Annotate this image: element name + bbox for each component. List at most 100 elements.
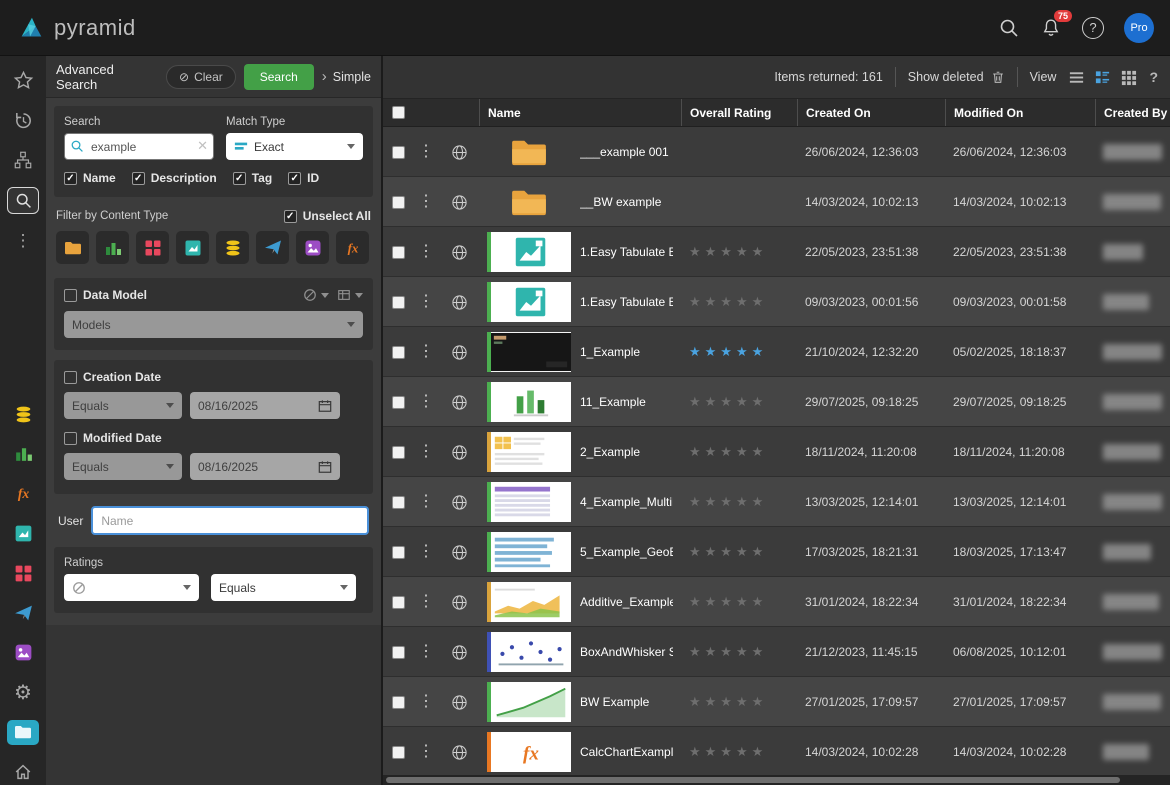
column-header-name[interactable]: Name xyxy=(479,99,681,126)
row-checkbox[interactable] xyxy=(392,496,405,509)
row-checkbox[interactable] xyxy=(392,596,405,609)
rating-cell[interactable]: ★★★★★ xyxy=(681,527,797,577)
table-row[interactable]: ⋮ 1.Easy Tabulate Exan ★★★★★ 22/05/2023,… xyxy=(383,227,1170,277)
table-row[interactable]: ⋮ BW Example ★★★★★ 27/01/2025, 17:09:57 … xyxy=(383,677,1170,727)
modified-date-checkbox[interactable]: Modified Date xyxy=(64,431,363,445)
scrollbar-thumb[interactable] xyxy=(386,777,1120,783)
home-button[interactable] xyxy=(7,759,39,785)
row-globe-button[interactable] xyxy=(439,627,479,677)
table-row[interactable]: ⋮ Additive_Example ★★★★★ 31/01/2024, 18:… xyxy=(383,577,1170,627)
global-search-button[interactable] xyxy=(998,17,1020,39)
checkbox-tag[interactable]: ✓Tag xyxy=(233,171,272,185)
checkbox-id[interactable]: ✓ID xyxy=(288,171,319,185)
rating-cell[interactable]: ★★★★★ xyxy=(681,427,797,477)
row-globe-button[interactable] xyxy=(439,277,479,327)
row-globe-button[interactable] xyxy=(439,477,479,527)
rating-cell[interactable]: ★★★★★ xyxy=(681,277,797,327)
content-type-bar-chart-button[interactable] xyxy=(96,231,129,264)
row-menu-button[interactable]: ⋮ xyxy=(413,327,439,377)
notifications-button[interactable]: 75 xyxy=(1040,17,1062,39)
column-header-modified[interactable]: Modified On xyxy=(945,99,1095,126)
data-model-nav-button[interactable] xyxy=(7,401,39,427)
unselect-all-checkbox[interactable]: ✓ Unselect All xyxy=(284,209,371,223)
row-menu-button[interactable]: ⋮ xyxy=(413,527,439,577)
clear-button[interactable]: ⊘ Clear xyxy=(166,65,236,89)
modified-date-input[interactable]: 08/16/2025 xyxy=(190,453,340,480)
rating-cell[interactable]: ★★★★★ xyxy=(681,177,797,227)
content-type-folder-button[interactable] xyxy=(56,231,89,264)
content-type-database-button[interactable] xyxy=(216,231,249,264)
content-type-tabulate-button[interactable] xyxy=(176,231,209,264)
admin-settings-button[interactable]: ⚙ xyxy=(7,680,39,706)
item-name[interactable]: 1.Easy Tabulate Exan xyxy=(580,245,673,259)
row-menu-button[interactable]: ⋮ xyxy=(413,177,439,227)
row-menu-button[interactable]: ⋮ xyxy=(413,427,439,477)
item-name[interactable]: 4_Example_MultiHie xyxy=(580,495,673,509)
row-globe-button[interactable] xyxy=(439,127,479,177)
advanced-search-button[interactable] xyxy=(7,187,39,213)
rating-cell[interactable]: ★★★★★ xyxy=(681,677,797,727)
row-checkbox[interactable] xyxy=(392,696,405,709)
clear-search-icon[interactable]: ✕ xyxy=(197,138,208,154)
content-type-grid-button[interactable] xyxy=(136,231,169,264)
recent-history-button[interactable] xyxy=(7,108,39,134)
item-name[interactable]: CalcChartExample xyxy=(580,745,673,759)
connection-filter-dropdown[interactable] xyxy=(303,288,329,302)
row-menu-button[interactable]: ⋮ xyxy=(413,677,439,727)
item-name[interactable]: 5_Example_GeoBour xyxy=(580,545,673,559)
row-globe-button[interactable] xyxy=(439,427,479,477)
table-row[interactable]: ⋮ 1_Example ★★★★★ 21/10/2024, 12:32:20 0… xyxy=(383,327,1170,377)
column-header-created[interactable]: Created On xyxy=(797,99,945,126)
table-row[interactable]: ⋮ 4_Example_MultiHie ★★★★★ 13/03/2025, 1… xyxy=(383,477,1170,527)
detail-view-icon-active[interactable] xyxy=(1094,69,1111,86)
favorites-button[interactable] xyxy=(7,68,39,94)
column-header-created-by[interactable]: Created By xyxy=(1095,99,1170,126)
user-avatar[interactable]: Pro xyxy=(1124,13,1154,43)
ratings-operator-select[interactable]: Equals xyxy=(211,574,356,601)
content-type-paper-plane-button[interactable] xyxy=(256,231,289,264)
row-menu-button[interactable]: ⋮ xyxy=(413,277,439,327)
table-row[interactable]: ⋮ BoxAndWhisker Sim ★★★★★ 21/12/2023, 11… xyxy=(383,627,1170,677)
match-type-select[interactable]: Exact xyxy=(226,133,363,160)
row-checkbox[interactable] xyxy=(392,446,405,459)
row-checkbox[interactable] xyxy=(392,146,405,159)
table-row[interactable]: ⋮ __BW example ★★★★★ 14/03/2024, 10:02:1… xyxy=(383,177,1170,227)
rating-cell[interactable]: ★★★★★ xyxy=(681,377,797,427)
item-name[interactable]: __BW example xyxy=(580,195,661,209)
content-type-image-button[interactable] xyxy=(296,231,329,264)
rating-cell[interactable]: ★★★★★ xyxy=(681,127,797,177)
pyramid-logo[interactable]: pyramid xyxy=(16,13,136,43)
illustrate-nav-button[interactable] xyxy=(7,640,39,666)
modified-date-operator-select[interactable]: Equals xyxy=(64,453,182,480)
column-header-rating[interactable]: Overall Rating xyxy=(681,99,797,126)
ratings-value-select[interactable] xyxy=(64,574,199,601)
checkbox-name[interactable]: ✓Name xyxy=(64,171,116,185)
row-menu-button[interactable]: ⋮ xyxy=(413,227,439,277)
help-button[interactable]: ? xyxy=(1082,17,1104,39)
rating-cell[interactable]: ★★★★★ xyxy=(681,477,797,527)
row-menu-button[interactable]: ⋮ xyxy=(413,627,439,677)
row-globe-button[interactable] xyxy=(439,527,479,577)
creation-date-operator-select[interactable]: Equals xyxy=(64,392,182,419)
data-model-checkbox[interactable]: Data Model xyxy=(64,288,147,302)
simple-mode-toggle[interactable]: › Simple xyxy=(322,68,371,85)
row-globe-button[interactable] xyxy=(439,577,479,627)
table-row[interactable]: ⋮ ___example 001 ★★★★★ 26/06/2024, 12:36… xyxy=(383,127,1170,177)
row-checkbox[interactable] xyxy=(392,296,405,309)
row-menu-button[interactable]: ⋮ xyxy=(413,577,439,627)
toolbar-help-button[interactable]: ? xyxy=(1149,69,1158,85)
table-row[interactable]: ⋮ 5_Example_GeoBour ★★★★★ 17/03/2025, 18… xyxy=(383,527,1170,577)
rating-cell[interactable]: ★★★★★ xyxy=(681,727,797,777)
tabulate-nav-button[interactable] xyxy=(7,521,39,547)
row-checkbox[interactable] xyxy=(392,246,405,259)
table-row[interactable]: ⋮ 1.Easy Tabulate Exan ★★★★★ 09/03/2023,… xyxy=(383,277,1170,327)
horizontal-scrollbar[interactable] xyxy=(383,775,1170,785)
row-checkbox[interactable] xyxy=(392,346,405,359)
show-deleted-button[interactable]: Show deleted xyxy=(908,70,1005,85)
row-globe-button[interactable] xyxy=(439,727,479,777)
row-menu-button[interactable]: ⋮ xyxy=(413,727,439,777)
hierarchy-browser-button[interactable] xyxy=(7,148,39,174)
row-menu-button[interactable]: ⋮ xyxy=(413,477,439,527)
item-name[interactable]: BW Example xyxy=(580,695,649,709)
rating-cell[interactable]: ★★★★★ xyxy=(681,577,797,627)
